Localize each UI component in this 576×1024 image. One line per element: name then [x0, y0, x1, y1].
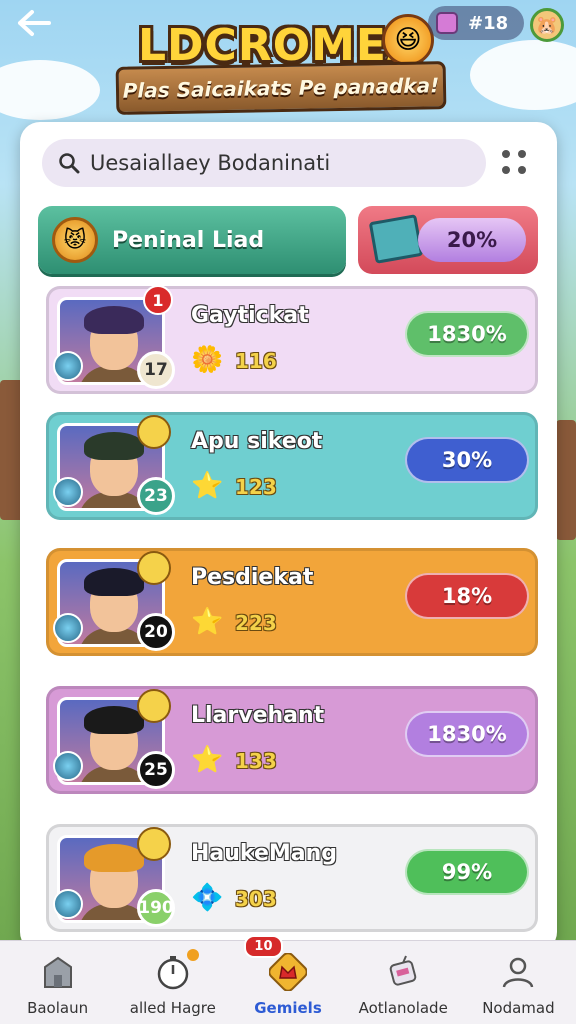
avatar-hair	[84, 306, 144, 334]
emblem-icon	[137, 415, 171, 449]
leaderboard-row[interactable]: 20 Pesdiekat ⭐ 223 18%	[46, 548, 538, 656]
leaderboard-row[interactable]: 17 Gaytickat 🌼 116 1830% 1	[46, 285, 538, 394]
player-score: 116	[235, 349, 277, 373]
avatar-hair	[84, 844, 144, 872]
percent-pill: 30%	[405, 437, 529, 483]
star-icon: ⭐	[191, 745, 224, 775]
tab-primary-label: Peninal Liad	[112, 227, 265, 253]
search-input[interactable]	[90, 151, 470, 175]
logo-subtitle: Plas Saicaikats Pe panadka!	[122, 73, 440, 103]
percent-pill: 1830%	[405, 711, 529, 757]
level-badge: 17	[137, 351, 175, 389]
bottom-nav: Baolaun alled Hagre 10 Gemiels Aotlanola…	[0, 935, 576, 1024]
leaderboard-row[interactable]: 190 HaukeMang 💠 303 99%	[46, 824, 538, 932]
nav-label: Nodamad	[482, 999, 555, 1017]
star-icon: ⭐	[191, 607, 224, 637]
nav-label: Baolaun	[27, 999, 89, 1017]
orb-icon	[53, 889, 83, 919]
robot-icon	[384, 953, 422, 991]
player-name: Gaytickat	[191, 303, 309, 328]
orb-icon	[53, 751, 83, 781]
search-icon	[59, 153, 80, 174]
nav-label: alled Hagre	[129, 999, 216, 1017]
currency-value: #18	[468, 12, 509, 34]
tab-primary[interactable]: 😾 Peninal Liad	[38, 206, 346, 274]
player-name: Pesdiekat	[191, 565, 314, 590]
level-badge: 23	[137, 477, 175, 515]
arrow-left-icon	[18, 10, 51, 36]
percent-pill: 1830%	[405, 311, 529, 357]
emblem-icon	[137, 551, 171, 585]
player-score: 223	[235, 611, 277, 635]
avatar-hair	[84, 432, 144, 460]
percent-pill: 99%	[405, 849, 529, 895]
emblem-icon	[137, 689, 171, 723]
notification-badge: 1	[143, 285, 173, 315]
search-bar[interactable]	[42, 139, 486, 187]
pet-avatar-icon[interactable]: 🐹	[530, 8, 564, 42]
coin-cluster-icon: 🌼	[191, 345, 224, 375]
player-name: HaukeMang	[191, 841, 338, 866]
level-badge: 20	[137, 613, 175, 651]
logo-banner: Plas Saicaikats Pe panadka!	[115, 61, 447, 115]
cloud	[0, 60, 100, 120]
crown-gem-icon	[269, 953, 307, 991]
gem-icon: 💠	[191, 883, 224, 913]
nav-label: Aotlanolade	[358, 999, 448, 1017]
nav-item-gems[interactable]: 10 Gemiels	[230, 935, 345, 1024]
nav-item-robot[interactable]: Aotlanolade	[346, 941, 461, 1024]
orb-icon	[53, 477, 83, 507]
stopwatch-icon	[154, 953, 192, 991]
nav-item-timer[interactable]: alled Hagre	[115, 941, 230, 1024]
home-icon	[39, 953, 77, 991]
player-name: Apu sikeot	[191, 429, 323, 454]
nav-badge: 10	[244, 935, 283, 958]
game-logo: LDCROMEA 😆 Plas Saicaikats Pe panadka!	[112, 14, 448, 115]
currency-counter[interactable]: #18	[428, 6, 524, 40]
player-score: 133	[235, 749, 277, 773]
star-icon: ⭐	[191, 471, 224, 501]
player-score: 123	[235, 475, 277, 499]
house	[556, 420, 576, 540]
leaderboard-panel: 😾 Peninal Liad 20% 17 Gaytickat 🌼 116 18…	[20, 122, 557, 952]
nav-item-profile[interactable]: Nodamad	[461, 941, 576, 1024]
orb-icon	[53, 351, 83, 381]
leaderboard-row[interactable]: 25 Llarvehant ⭐ 133 1830%	[46, 686, 538, 794]
dice-icon	[436, 12, 458, 34]
player-score: 303	[235, 887, 277, 911]
percent-pill: 18%	[405, 573, 529, 619]
leaderboard-row[interactable]: 23 Apu sikeot ⭐ 123 30%	[46, 412, 538, 520]
back-button[interactable]	[16, 8, 52, 38]
avatar-hair	[84, 568, 144, 596]
laughing-face-icon: 😆	[382, 14, 434, 66]
nav-label: Gemiels	[254, 999, 322, 1017]
profile-icon	[499, 953, 537, 991]
player-name: Llarvehant	[191, 703, 325, 728]
level-badge: 25	[137, 751, 175, 789]
avatar-hair	[84, 706, 144, 734]
level-badge: 190	[137, 889, 175, 927]
grid-menu-icon[interactable]	[502, 150, 528, 176]
emblem-icon	[137, 827, 171, 861]
cloud	[470, 40, 576, 110]
tab-secondary[interactable]: 20%	[358, 206, 538, 274]
book-icon	[368, 214, 424, 264]
notification-dot	[187, 949, 200, 961]
nav-item-home[interactable]: Baolaun	[0, 941, 115, 1024]
orb-icon	[53, 613, 83, 643]
medal-icon: 😾	[52, 217, 98, 263]
tab-secondary-value: 20%	[418, 218, 526, 262]
